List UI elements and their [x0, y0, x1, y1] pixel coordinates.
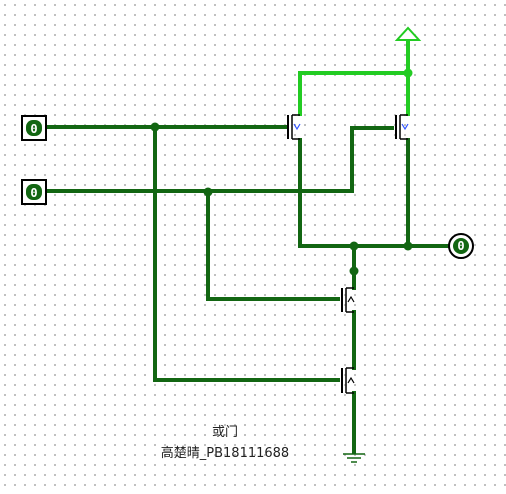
nmos-transistor-1[interactable]	[341, 287, 355, 313]
low-wires	[42, 125, 452, 454]
input-pin-a[interactable]: 0	[21, 115, 47, 141]
gate-mark-icon	[401, 123, 409, 131]
junction-dot	[349, 241, 359, 251]
gate-mark-icon	[347, 295, 355, 303]
ground-icon	[343, 453, 365, 463]
junction-dot	[203, 187, 213, 197]
output-value: 0	[457, 239, 464, 253]
high-wires	[298, 38, 410, 116]
pmos-transistor-2[interactable]	[395, 114, 409, 140]
circuit-diagram: 0 0 0 或门 高楚晴_PB18111688	[21, 26, 474, 463]
junction-dot	[349, 266, 359, 276]
caption-title: 或门	[212, 425, 238, 440]
input-pin-b[interactable]: 0	[21, 179, 47, 205]
caption-author: 高楚晴_PB18111688	[161, 445, 289, 461]
gate-mark-icon	[293, 123, 301, 131]
gate-mark-icon	[347, 376, 355, 384]
input-b-value: 0	[30, 186, 37, 200]
power-triangle-icon[interactable]	[394, 26, 422, 41]
junction-dot	[150, 122, 160, 132]
circuit-canvas[interactable]: 0 0 0 或门 高楚晴_PB18111688	[0, 0, 506, 494]
junction-dot	[403, 241, 413, 251]
output-pin[interactable]: 0	[448, 233, 474, 259]
input-a-value: 0	[30, 122, 37, 136]
junction-dot	[403, 68, 413, 78]
pmos-transistor-1[interactable]	[287, 114, 301, 140]
nmos-transistor-2[interactable]	[341, 367, 355, 394]
